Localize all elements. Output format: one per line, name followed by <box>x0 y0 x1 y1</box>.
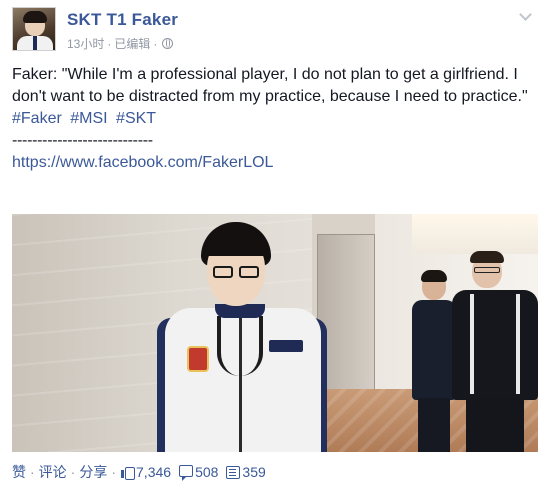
glasses-lens-right <box>239 266 259 278</box>
facebook-post: SKT T1 Faker 13小时 · 已编辑 · Faker: "While … <box>0 0 550 487</box>
shares-count-link[interactable]: 359 <box>226 464 266 480</box>
sponsor-patch <box>269 340 303 352</box>
text-divider: ---------------------------- <box>12 132 153 149</box>
post-link-line: https://www.facebook.com/FakerLOL <box>12 152 540 174</box>
glasses-lens-left <box>213 266 233 278</box>
post-actions-bar: 赞 · 评论 · 分享 · 7,346 508 359 <box>12 462 266 482</box>
person-legs <box>418 398 450 452</box>
lanyard <box>217 316 263 376</box>
share-icon <box>226 465 241 479</box>
avatar-hair <box>23 11 47 23</box>
comments-count: 508 <box>195 464 219 480</box>
post-content: Faker: "While I'm a professional player,… <box>12 64 540 174</box>
action-separator: · <box>111 464 117 480</box>
jacket-stripe <box>470 294 474 394</box>
jacket-stripe <box>516 294 520 394</box>
person-glasses <box>474 267 500 273</box>
chevron-down-icon[interactable] <box>518 9 532 23</box>
post-header: SKT T1 Faker 13小时 · 已编辑 · <box>12 7 532 53</box>
hashtag-list: #Faker #MSI #SKT <box>12 108 540 130</box>
hashtag-link[interactable]: #SKT <box>116 110 156 127</box>
photo-background-person <box>410 270 458 452</box>
person-hair <box>470 251 504 263</box>
avatar-tie <box>33 36 37 50</box>
photo-ceiling-light <box>412 214 538 254</box>
team-badge <box>187 346 209 372</box>
action-separator: · <box>30 464 35 480</box>
share-button[interactable]: 分享 <box>79 462 107 482</box>
comment-icon <box>179 465 194 481</box>
person-torso <box>452 290 538 400</box>
post-time[interactable]: 13小时 <box>67 35 104 52</box>
post-meta: 13小时 · 已编辑 · <box>67 35 174 52</box>
person-legs <box>466 398 524 452</box>
thumbs-up-icon <box>120 465 136 480</box>
comments-count-link[interactable]: 508 <box>179 464 219 481</box>
photo-main-person <box>157 222 327 452</box>
like-button[interactable]: 赞 <box>12 462 26 482</box>
person-torso <box>412 300 456 400</box>
action-separator: · <box>70 464 76 480</box>
edited-label[interactable]: 已编辑 <box>114 35 150 52</box>
likes-count: 7,346 <box>136 464 172 480</box>
post-photo[interactable] <box>12 214 538 452</box>
meta-separator: · <box>153 36 158 51</box>
hashtag-link[interactable]: #MSI <box>70 110 107 127</box>
hashtag-link[interactable]: #Faker <box>12 110 62 127</box>
comment-button[interactable]: 评论 <box>39 462 67 482</box>
person-hair <box>421 270 447 282</box>
shares-count: 359 <box>242 464 266 480</box>
profile-link[interactable]: https://www.facebook.com/FakerLOL <box>12 154 273 171</box>
page-name-link[interactable]: SKT T1 Faker <box>67 10 178 30</box>
globe-icon[interactable] <box>162 38 174 49</box>
meta-separator: · <box>107 36 112 51</box>
post-body-text: Faker: "While I'm a professional player,… <box>12 66 528 105</box>
jacket-collar <box>215 304 265 318</box>
likes-count-link[interactable]: 7,346 <box>120 464 171 480</box>
person-fringe <box>205 230 267 256</box>
photo-background-person <box>452 251 538 452</box>
avatar[interactable] <box>12 7 56 51</box>
